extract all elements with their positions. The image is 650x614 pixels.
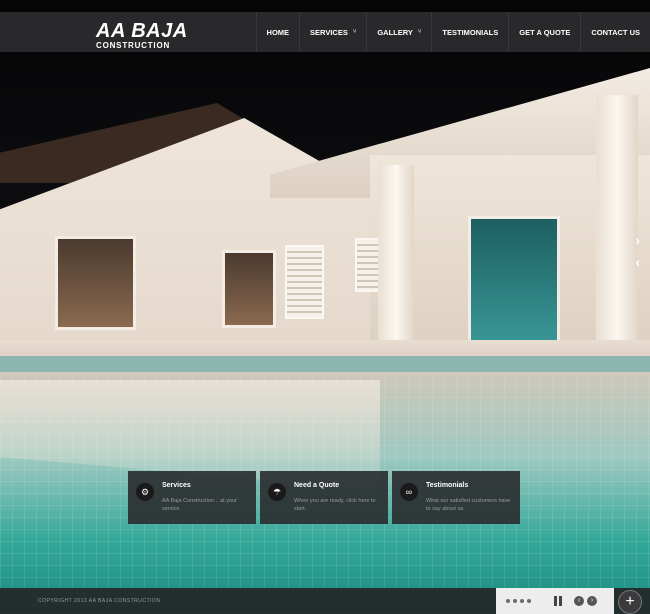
glass-door bbox=[468, 216, 560, 354]
pillar bbox=[378, 165, 414, 360]
logo[interactable]: AA BAJA CONSTRUCTION bbox=[96, 21, 188, 50]
slide-dots bbox=[506, 599, 531, 603]
nav-services[interactable]: SERVICES ˅ bbox=[299, 12, 366, 52]
pause-icon[interactable] bbox=[554, 596, 562, 606]
feature-title: Services bbox=[162, 482, 191, 489]
umbrella-icon: ☂ bbox=[268, 483, 286, 501]
feature-box-services[interactable]: ⚙ Services AA Baja Construction... at yo… bbox=[128, 471, 256, 524]
nav-contact-us-label: CONTACT US bbox=[591, 27, 640, 37]
nav-gallery-label: GALLERY bbox=[377, 27, 413, 37]
slide-dot[interactable] bbox=[527, 599, 531, 603]
next-arrow-icon[interactable]: › bbox=[587, 596, 597, 606]
logo-line2: CONSTRUCTION bbox=[96, 41, 171, 50]
next-slide-icon[interactable]: › bbox=[635, 232, 640, 248]
nav-get-a-quote[interactable]: GET A QUOTE bbox=[508, 12, 580, 52]
slide-dot[interactable] bbox=[513, 599, 517, 603]
nav-gallery[interactable]: GALLERY ˅ bbox=[366, 12, 431, 52]
nav-services-label: SERVICES bbox=[310, 27, 348, 37]
nav-home-label: HOME bbox=[266, 27, 290, 37]
plus-icon[interactable]: + bbox=[618, 590, 642, 614]
feature-box-testimonials[interactable]: ∞ Testimonials What our satisfied custom… bbox=[392, 471, 520, 524]
nav-contact-us[interactable]: CONTACT US bbox=[580, 12, 650, 52]
feature-title: Need a Quote bbox=[294, 482, 340, 489]
feature-title: Testimonials bbox=[426, 482, 469, 489]
slide-dot[interactable] bbox=[520, 599, 524, 603]
nav-get-a-quote-label: GET A QUOTE bbox=[519, 27, 571, 37]
copyright-text: COPYRIGHT 2013 AA BAJA CONSTRUCTION bbox=[38, 598, 161, 604]
feature-text: AA Baja Construction... at your service bbox=[162, 498, 237, 512]
sliding-door bbox=[55, 236, 136, 330]
nav-testimonials-label: TESTIMONIALS bbox=[442, 27, 499, 37]
link-icon: ∞ bbox=[400, 483, 418, 501]
plantation-shutter bbox=[285, 245, 324, 319]
interior-door bbox=[222, 250, 276, 328]
feature-text: When you are ready, click here to start. bbox=[294, 498, 376, 512]
main-nav: HOME SERVICES ˅ GALLERY ˅ TESTIMONIALS GET… bbox=[255, 12, 650, 52]
services-icon: ⚙ bbox=[136, 483, 154, 501]
feature-text: What our satisfied customers have to say… bbox=[426, 498, 511, 512]
site-header: AA BAJA CONSTRUCTION HOME SERVICES ˅ GALL… bbox=[0, 12, 650, 52]
nav-testimonials[interactable]: TESTIMONIALS bbox=[431, 12, 508, 52]
logo-line1: AA BAJA bbox=[96, 20, 188, 42]
chevron-down-icon: ˅ bbox=[417, 29, 422, 35]
nav-home[interactable]: HOME bbox=[255, 12, 300, 52]
prev-arrow-icon[interactable]: ‹ bbox=[574, 596, 584, 606]
chevron-down-icon: ˅ bbox=[352, 29, 357, 35]
feature-box-quote[interactable]: ☂ Need a Quote When you are ready, click… bbox=[260, 471, 388, 524]
slide-dot[interactable] bbox=[506, 599, 510, 603]
slideshow-controls: ‹ › bbox=[496, 588, 614, 614]
prev-slide-icon[interactable]: ‹ bbox=[635, 254, 640, 270]
